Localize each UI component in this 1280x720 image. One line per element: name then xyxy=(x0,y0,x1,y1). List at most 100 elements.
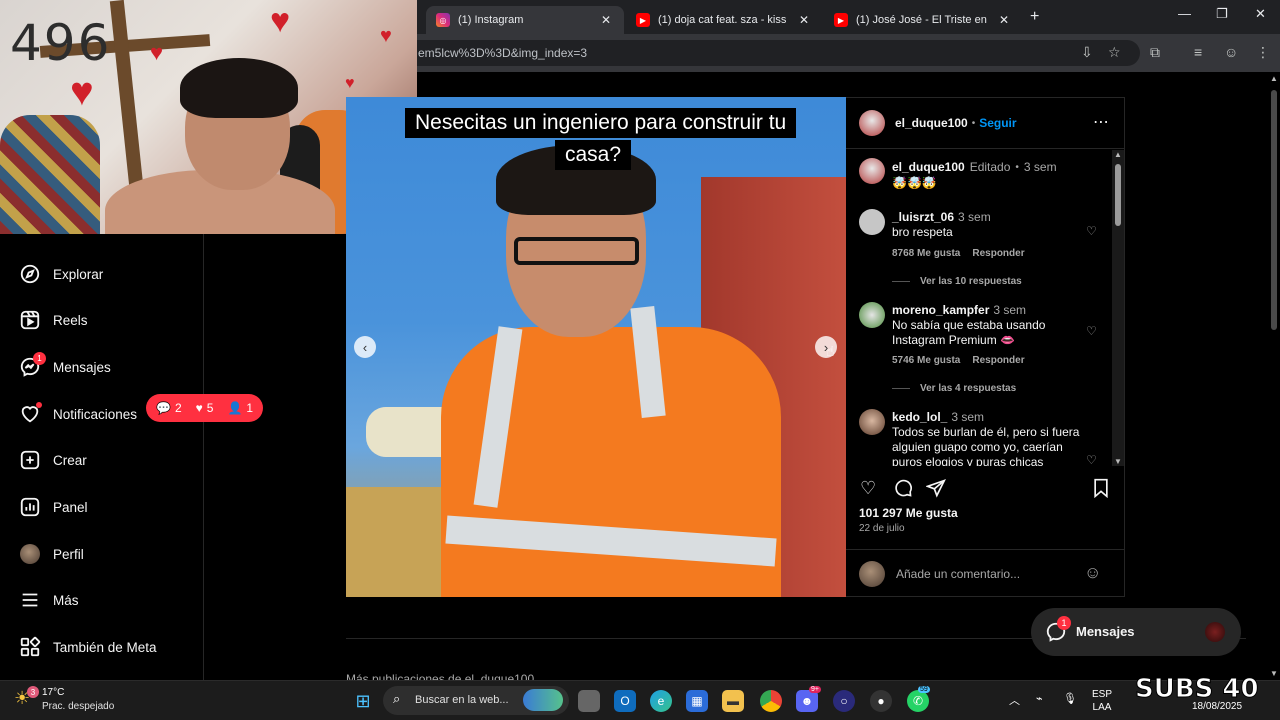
whatsapp-icon[interactable]: ✆ xyxy=(907,690,929,712)
close-icon[interactable]: ✕ xyxy=(996,13,1012,27)
comments-scrollbar[interactable]: ▲ ▼ xyxy=(1112,150,1124,466)
microphone-icon[interactable]: 🎙 xyxy=(1063,692,1077,705)
share-icon[interactable] xyxy=(925,478,946,503)
kebab-menu-icon[interactable]: ⋮ xyxy=(1256,44,1270,61)
scroll-down-icon[interactable]: ▼ xyxy=(1114,457,1122,466)
commenter-avatar[interactable] xyxy=(859,209,885,235)
sidebar-item-label: Notificaciones xyxy=(53,406,138,422)
view-replies-label: Ver las 4 respuestas xyxy=(920,383,1017,394)
page-scrollbar[interactable]: ▲ ▼ xyxy=(1268,72,1280,680)
outlook-icon[interactable]: O xyxy=(614,690,636,712)
comment-username[interactable]: moreno_kampfer xyxy=(892,303,989,317)
app-icon[interactable]: ○ xyxy=(833,690,855,712)
windows-start-icon[interactable]: ⊞ xyxy=(352,690,374,712)
media-icon[interactable]: ≡ xyxy=(1194,44,1202,60)
comment-time[interactable]: 3 sem xyxy=(993,303,1026,317)
reply-button[interactable]: Responder xyxy=(972,248,1024,259)
comment-username[interactable]: kedo_lol_ xyxy=(892,410,947,424)
extensions-icon[interactable]: ⧉ xyxy=(1150,44,1160,61)
sidebar-item-crear[interactable]: Crear xyxy=(18,446,87,474)
store-icon[interactable]: ▦ xyxy=(686,690,708,712)
sidebar-item-mensajes[interactable]: 1 Mensajes xyxy=(18,352,111,381)
comment-time[interactable]: 3 sem xyxy=(1024,160,1057,174)
close-icon[interactable]: ✕ xyxy=(796,13,812,27)
post-image[interactable] xyxy=(346,97,846,597)
follow-button[interactable]: Seguir xyxy=(979,116,1016,130)
like-comment-icon[interactable]: ♡ xyxy=(1086,453,1097,466)
url-text: em5lcw%3D%3D&img_index=3 xyxy=(418,46,588,60)
taskbar-search[interactable]: ⌕ Buscar en la web... xyxy=(383,686,569,715)
comment-icon[interactable] xyxy=(893,478,913,503)
comment-time[interactable]: 3 sem xyxy=(958,210,991,224)
close-icon[interactable]: ✕ xyxy=(598,13,614,27)
chrome-icon[interactable] xyxy=(760,690,782,712)
view-replies[interactable]: Ver las 10 respuestas xyxy=(892,276,1022,287)
tab-youtube-jose[interactable]: ▶ (1) José José - El Triste en vivo ✕ xyxy=(824,6,1022,34)
like-comment-icon[interactable]: ♡ xyxy=(1086,224,1097,238)
view-replies-label: Ver las 10 respuestas xyxy=(920,276,1022,287)
more-options-icon[interactable]: ⋯ xyxy=(1093,112,1109,132)
like-icon: ♥ xyxy=(195,401,203,415)
scroll-up-icon[interactable]: ▲ xyxy=(1270,74,1278,83)
view-replies[interactable]: Ver las 4 respuestas xyxy=(892,383,1016,394)
close-window-button[interactable]: ✕ xyxy=(1255,6,1266,22)
maximize-button[interactable]: ❐ xyxy=(1216,6,1228,22)
plus-square-icon xyxy=(18,448,42,472)
sidebar-item-notificaciones[interactable]: Notificaciones xyxy=(18,400,137,428)
obs-icon[interactable]: ● xyxy=(870,690,892,712)
comment-username[interactable]: el_duque100 xyxy=(892,160,965,174)
scroll-down-icon[interactable]: ▼ xyxy=(1270,669,1278,678)
scrollbar-thumb[interactable] xyxy=(1271,90,1277,330)
like-icon[interactable]: ♡ xyxy=(860,478,876,499)
minimize-button[interactable]: — xyxy=(1178,6,1191,21)
discord-badge: 9+ xyxy=(809,686,821,693)
like-comment-icon[interactable]: ♡ xyxy=(1086,324,1097,338)
edge-icon[interactable]: e xyxy=(650,690,672,712)
scroll-up-icon[interactable]: ▲ xyxy=(1114,150,1122,159)
commenter-avatar[interactable] xyxy=(859,302,885,328)
language-indicator[interactable]: ESP LAA xyxy=(1092,688,1112,714)
comment-time[interactable]: 3 sem xyxy=(951,410,984,424)
prev-image-button[interactable]: ‹ xyxy=(354,336,376,358)
weather-widget[interactable]: ☀ 3 17°C Prac. despejado xyxy=(14,686,144,716)
author-avatar[interactable] xyxy=(859,110,885,136)
new-tab-button[interactable]: + xyxy=(1030,8,1039,26)
sidebar-item-perfil[interactable]: Perfil xyxy=(18,540,84,568)
messages-floating-button[interactable]: 1 Mensajes xyxy=(1031,608,1241,656)
task-view-icon[interactable] xyxy=(578,690,600,712)
bookmark-star-icon[interactable]: ☆ xyxy=(1108,44,1121,61)
comment-likes[interactable]: 8768 Me gusta xyxy=(892,248,960,259)
post-date[interactable]: 22 de julio xyxy=(859,523,905,534)
sidebar-item-mas[interactable]: Más xyxy=(18,586,79,614)
scrollbar-thumb[interactable] xyxy=(1115,164,1121,226)
reels-icon xyxy=(18,308,42,332)
likes-count[interactable]: 101 297 Me gusta xyxy=(859,506,958,520)
save-icon[interactable] xyxy=(1092,478,1110,503)
notifications-pill[interactable]: 💬 2 ♥ 5 👤 1 xyxy=(146,394,264,422)
reply-button[interactable]: Responder xyxy=(972,355,1024,366)
instagram-icon: ◎ xyxy=(436,13,450,27)
tray-chevron-icon[interactable]: ︿ xyxy=(1009,692,1020,708)
emoji-icon[interactable]: ☺ xyxy=(1084,563,1101,583)
sidebar-item-explorar[interactable]: Explorar xyxy=(18,260,103,288)
profile-icon[interactable]: ☺ xyxy=(1224,44,1238,60)
commenter-avatar[interactable] xyxy=(859,409,885,435)
weather-desc: Prac. despejado xyxy=(42,701,115,712)
sidebar-item-meta[interactable]: También de Meta xyxy=(18,633,157,661)
heart-icon xyxy=(18,402,42,426)
file-explorer-icon[interactable]: ▬ xyxy=(722,690,744,712)
comment-input[interactable]: Añade un comentario... xyxy=(896,567,1020,581)
network-icon[interactable]: ⌁ xyxy=(1036,692,1043,705)
sidebar-item-reels[interactable]: Reels xyxy=(18,306,88,334)
tab-youtube-doja[interactable]: ▶ (1) doja cat feat. sza - kiss me m ✕ xyxy=(626,6,822,34)
author-avatar[interactable] xyxy=(859,158,885,184)
tab-instagram[interactable]: ◎ (1) Instagram ✕ xyxy=(426,6,624,34)
profile-avatar xyxy=(18,542,42,566)
install-icon[interactable]: ⇩ xyxy=(1081,44,1093,61)
discord-icon[interactable]: ☻ xyxy=(796,690,818,712)
author-username[interactable]: el_duque100 xyxy=(895,116,968,130)
sidebar-item-panel[interactable]: Panel xyxy=(18,493,88,521)
comment-username[interactable]: _luisrzt_06 xyxy=(892,210,954,224)
comment-likes[interactable]: 5746 Me gusta xyxy=(892,355,960,366)
sidebar-item-label: Crear xyxy=(53,452,87,468)
